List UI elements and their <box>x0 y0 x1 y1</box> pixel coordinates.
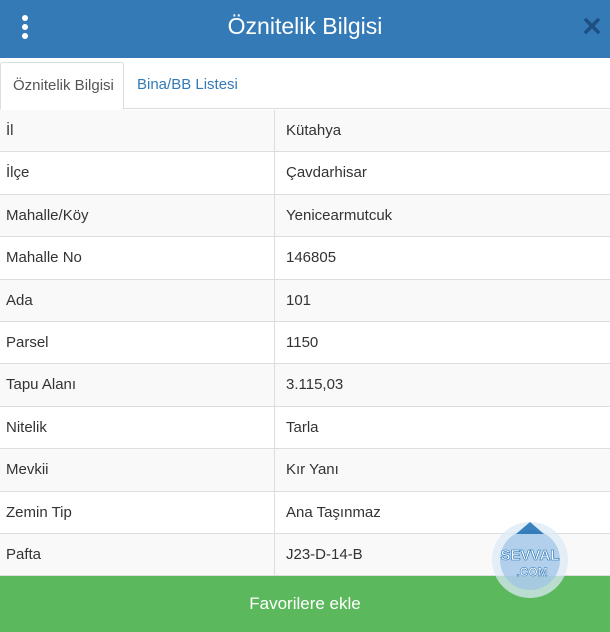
table-row: Parsel 1150 <box>0 321 610 365</box>
close-icon-glyph <box>584 18 600 34</box>
attribute-key: İl <box>6 122 14 139</box>
attribute-key: İlçe <box>6 164 30 182</box>
header-bar: Öznitelik Bilgisi <box>0 0 610 58</box>
svg-text:SEVVAL: SEVVAL <box>501 547 560 564</box>
tab-attribute-info[interactable]: Öznitelik Bilgisi <box>0 62 124 110</box>
attribute-value: Yenicearmutcuk <box>274 194 610 237</box>
tab-bar: Öznitelik Bilgisi Bina/BB Listesi <box>0 58 610 110</box>
table-row: Nitelik Tarla <box>0 406 610 450</box>
table-row: Tapu Alanı 3.115,03 <box>0 364 610 407</box>
svg-text:.COM: .COM <box>516 565 547 579</box>
attribute-key: Ada <box>6 291 33 309</box>
table-row: Mevkii Kır Yanı <box>0 449 610 492</box>
attribute-key: Mahalle No <box>6 249 82 267</box>
attribute-key: Zemin Tip <box>6 503 72 521</box>
sevval-logo-watermark: SEVVAL .COM <box>492 522 568 598</box>
attribute-value: 1150 <box>274 321 610 364</box>
table-row: Mahalle/Köy Yenicearmutcuk <box>0 194 610 238</box>
attribute-key: Pafta <box>6 545 42 563</box>
attribute-value: Çavdarhisar <box>274 152 610 194</box>
attribute-value: 3.115,03 <box>274 364 610 406</box>
attribute-value: 146805 <box>274 237 610 279</box>
attribute-value: Tarla <box>274 406 610 449</box>
table-row: Ada 101 <box>0 279 610 322</box>
table-row: İlçe Çavdarhisar <box>0 152 610 195</box>
attribute-table: İl Kütahya İlçe Çavdarhisar Mahalle/Köy … <box>0 110 610 577</box>
attribute-key: Tapu Alanı <box>6 376 77 394</box>
table-row: Mahalle No 146805 <box>0 237 610 280</box>
close-icon[interactable] <box>582 16 602 36</box>
attribute-key: Nitelik <box>6 418 47 436</box>
attribute-key: Mevkii <box>6 461 49 479</box>
attribute-key: Mahalle/Köy <box>6 206 89 224</box>
attribute-value: Kır Yanı <box>274 449 610 491</box>
table-row: İl Kütahya <box>0 110 610 153</box>
tab-building-list[interactable]: Bina/BB Listesi <box>125 62 250 110</box>
attribute-key: Parsel <box>6 333 49 351</box>
page-title: Öznitelik Bilgisi <box>227 13 383 39</box>
attribute-value: Kütahya <box>274 110 610 152</box>
attribute-value: 101 <box>274 279 610 321</box>
